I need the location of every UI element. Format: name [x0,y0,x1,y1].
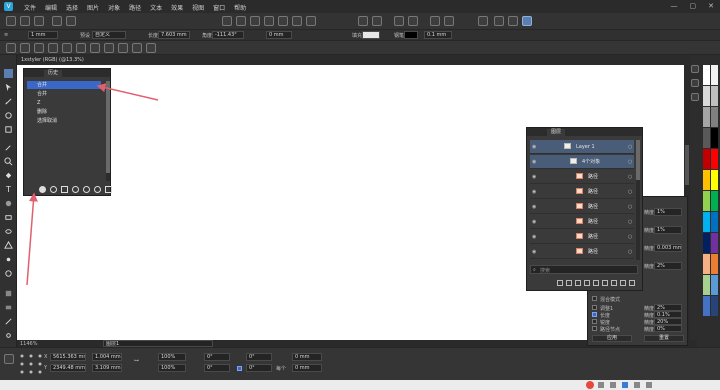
visibility-icon[interactable]: ◉ [532,140,536,154]
objects-toolbar [557,280,635,286]
precision-label: 精度 [644,327,655,333]
precision-label: 精度 [644,320,655,326]
precision-field[interactable]: 0.003 mm [654,244,682,252]
visibility-icon[interactable]: ◉ [532,185,536,199]
new-master-icon[interactable] [566,280,572,286]
object-thumbnail [576,233,583,239]
objects-panel-tabs: 图层 [527,128,642,136]
layer-lock-icon[interactable] [602,280,608,286]
precision-label: 精度 [644,246,655,252]
object-label: 路径 [588,249,599,255]
option-checkbox[interactable] [592,319,597,324]
new-layer-icon[interactable] [557,280,563,286]
object-thumbnail [576,218,583,224]
search-icon: ⌕ [533,267,536,273]
search-placeholder: 搜索 [540,268,551,274]
object-thumbnail [576,248,583,254]
objects-search-input[interactable]: ⌕ 搜索 [530,265,638,274]
layer-copy-icon[interactable] [620,280,626,286]
objects-panel: 图层 ◉ Layer 1 ○ ◉ 4个对象 ○ ◉ 路径 ○ ◉ 路径 ○ ◉ 路径 ○ ◉ 路径 ○ ◉ 路径 ○ ◉ 路… [526,127,643,291]
object-row[interactable]: ◉ Layer 1 ○ [530,140,634,154]
blend-mode-checkbox[interactable] [592,296,597,301]
radio-icon[interactable]: ○ [628,140,632,154]
precision-field[interactable]: 2% [654,262,682,270]
tab-layers[interactable]: 图层 [547,129,566,136]
object-label: 路径 [588,219,599,225]
precision-label: 精度 [644,228,655,234]
object-label: Layer 1 [576,144,595,150]
object-label: 路径 [588,204,599,210]
objects-scrollbar[interactable] [636,140,640,260]
object-label: 4个对象 [582,159,601,165]
layer-options-icon[interactable] [584,280,590,286]
precision-label: 精度 [644,210,655,216]
apply-button[interactable]: 应用 [592,335,632,342]
precision-field[interactable]: 0.1% [654,311,682,318]
object-row[interactable]: ◉ 路径 ○ [530,200,634,214]
object-label: 路径 [588,234,599,240]
visibility-icon[interactable]: ◉ [532,215,536,229]
visibility-icon[interactable]: ◉ [532,245,536,259]
object-row[interactable]: ◉ 路径 ○ [530,215,634,229]
option-label: 路径节点 [600,327,621,333]
object-row[interactable]: ◉ 4个对象 ○ [530,155,634,169]
option-checkbox[interactable] [592,305,597,310]
reset-button[interactable]: 重置 [644,335,684,342]
option-label: 锐度 [600,320,611,326]
precision-field[interactable]: 2% [654,304,682,311]
layer-move-icon[interactable] [575,280,581,286]
layer-delete-icon[interactable] [629,280,635,286]
precision-label: 精度 [644,306,655,312]
visibility-icon[interactable]: ◉ [532,230,536,244]
object-thumbnail [576,203,583,209]
precision-field[interactable]: 0% [654,325,682,332]
precision-label: 精度 [644,264,655,270]
radio-icon[interactable]: ○ [628,170,632,184]
object-thumbnail [570,158,577,164]
option-label: 长度 [600,313,611,319]
blend-mode-label: 混合模式 [600,297,621,303]
precision-field[interactable]: 20% [654,318,682,325]
object-thumbnail [576,173,583,179]
precision-field[interactable]: 1% [654,208,682,216]
object-thumbnail [564,143,571,149]
option-label: 调整1 [600,306,614,312]
radio-icon[interactable]: ○ [628,215,632,229]
visibility-icon[interactable]: ◉ [532,200,536,214]
radio-icon[interactable]: ○ [628,200,632,214]
object-label: 路径 [588,189,599,195]
object-label: 路径 [588,174,599,180]
layer-group-icon[interactable] [593,280,599,286]
option-checkbox[interactable] [592,312,597,317]
radio-icon[interactable]: ○ [628,155,632,169]
precision-field[interactable]: 1% [654,226,682,234]
option-checkbox[interactable] [592,326,597,331]
radio-icon[interactable]: ○ [628,185,632,199]
object-row[interactable]: ◉ 路径 ○ [530,170,634,184]
object-row[interactable]: ◉ 路径 ○ [530,185,634,199]
object-thumbnail [576,188,583,194]
visibility-icon[interactable]: ◉ [532,170,536,184]
radio-icon[interactable]: ○ [628,230,632,244]
visibility-icon[interactable]: ◉ [532,155,536,169]
layer-show-icon[interactable] [611,280,617,286]
object-row[interactable]: ◉ 路径 ○ [530,245,634,259]
radio-icon[interactable]: ○ [628,245,632,259]
object-row[interactable]: ◉ 路径 ○ [530,230,634,244]
precision-label: 精度 [644,313,655,319]
